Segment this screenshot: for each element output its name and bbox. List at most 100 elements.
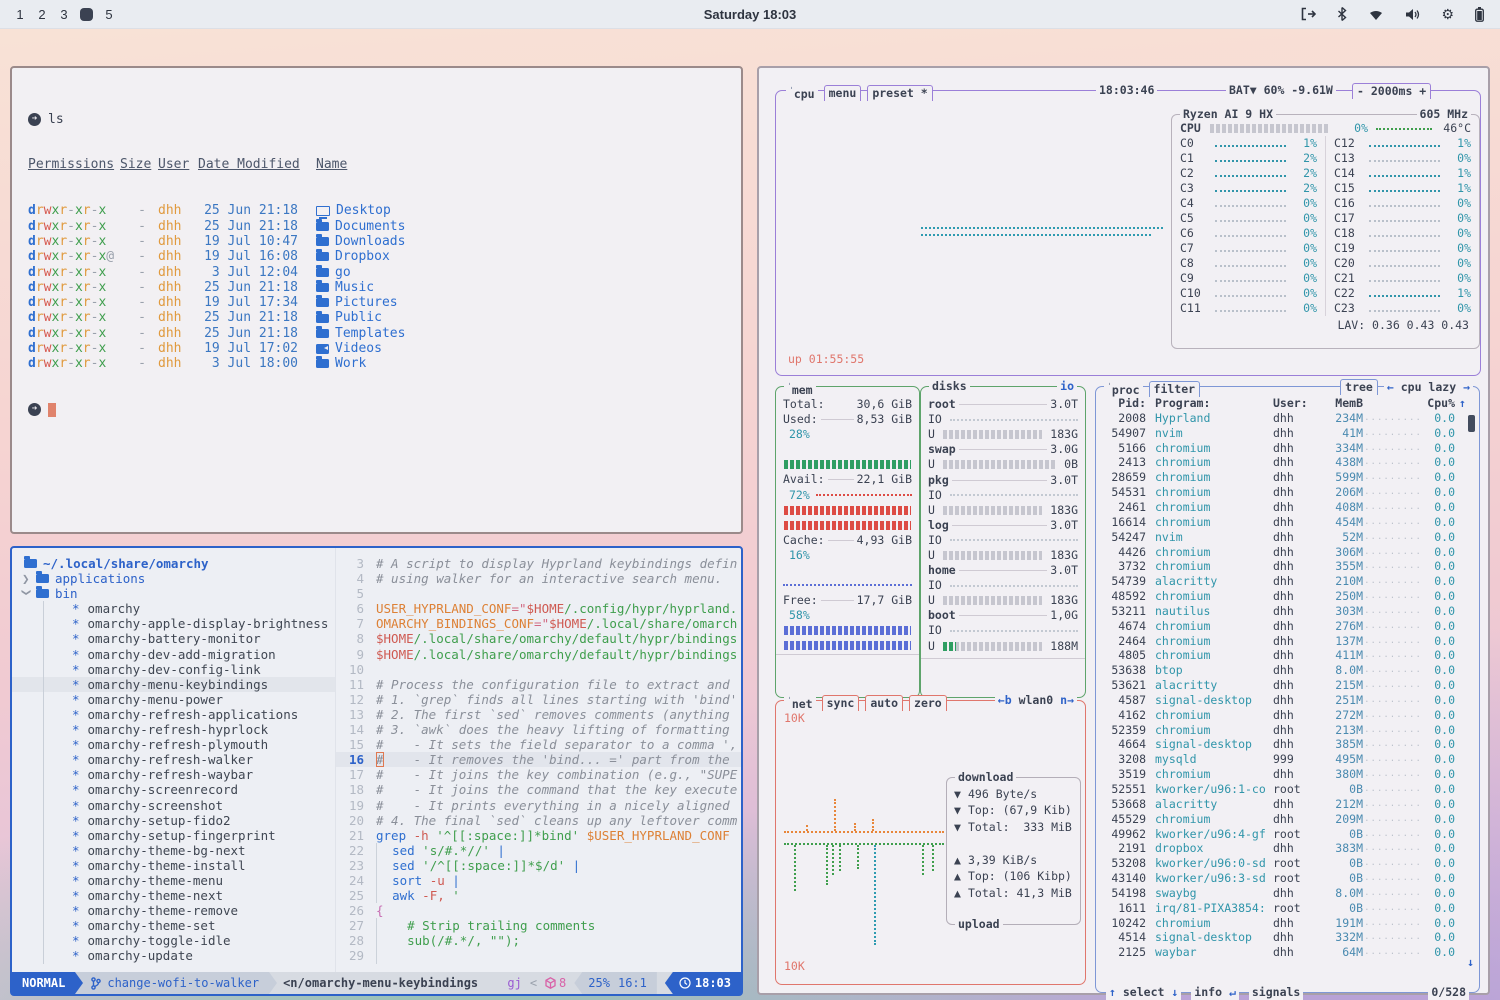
sort-selector[interactable]: ← cpu lazy → bbox=[1384, 380, 1473, 395]
tree-item-omarchy-update[interactable]: *omarchy-update bbox=[12, 948, 335, 963]
update-interval[interactable]: - 2000ms + bbox=[1352, 83, 1431, 99]
process-row[interactable]: 2191dropboxdhh383M.........0.0 bbox=[1096, 841, 1479, 856]
process-row[interactable]: 2461chromiumdhh408M.........0.0 bbox=[1096, 500, 1479, 515]
tree-item-omarchy-theme-bg-next[interactable]: *omarchy-theme-bg-next bbox=[12, 843, 335, 858]
process-row[interactable]: 52551kworker/u96:1-coroot0B.........0.0 bbox=[1096, 782, 1479, 797]
process-row[interactable]: 2464chromiumdhh137M.........0.0 bbox=[1096, 634, 1479, 649]
mem-free-meter bbox=[784, 626, 911, 635]
process-row[interactable]: 10242chromiumdhh191M.........0.0 bbox=[1096, 916, 1479, 931]
net-interface-switcher[interactable]: ←b wlan0 n→ bbox=[995, 693, 1077, 708]
git-branch-segment[interactable]: change-wofi-to-walker bbox=[75, 972, 269, 994]
process-row[interactable]: 53208kworker/u96:0-sdroot0B.........0.0 bbox=[1096, 856, 1479, 871]
process-row[interactable]: 2413chromiumdhh438M.........0.0 bbox=[1096, 456, 1479, 471]
wifi-icon[interactable] bbox=[1368, 8, 1384, 21]
core-row-C3: C32% bbox=[1172, 181, 1325, 196]
net-sync-button[interactable]: sync bbox=[822, 695, 860, 711]
process-row[interactable]: 4587signal-desktopdhh251M.........0.0 bbox=[1096, 693, 1479, 708]
menu-button[interactable]: menu bbox=[824, 85, 862, 101]
preset-button[interactable]: preset * bbox=[867, 85, 932, 101]
btop-window: ˈcpu menu preset * 18:03:46 BAT▼ 60% -9.… bbox=[757, 66, 1490, 995]
top-bar: 1235 Saturday 18:03 ⚙ bbox=[0, 0, 1500, 29]
tree-item-omarchy-theme-remove[interactable]: *omarchy-theme-remove bbox=[12, 903, 335, 918]
tree-item-omarchy-refresh-walker[interactable]: *omarchy-refresh-walker bbox=[12, 752, 335, 767]
process-row[interactable]: 54739alacrittydhh210M.........0.0 bbox=[1096, 574, 1479, 589]
process-row[interactable]: 54531chromiumdhh206M.........0.0 bbox=[1096, 485, 1479, 500]
net-zero-button[interactable]: zero bbox=[909, 695, 947, 711]
process-row[interactable]: 2125waybardhh64M.........0.0 bbox=[1096, 945, 1479, 960]
process-row[interactable]: 49962kworker/u96:4-gfroot0B.........0.0 bbox=[1096, 827, 1479, 842]
process-row[interactable]: 53668alacrittydhh212M.........0.0 bbox=[1096, 797, 1479, 812]
battery-icon[interactable] bbox=[1475, 7, 1484, 22]
tree-item-omarchy-theme-menu[interactable]: *omarchy-theme-menu bbox=[12, 873, 335, 888]
tree-root[interactable]: ~/.local/share/omarchy bbox=[12, 556, 335, 571]
scroll-down-arrow[interactable]: ↓ bbox=[1467, 955, 1474, 970]
settings-icon[interactable]: ⚙ bbox=[1441, 7, 1454, 21]
process-row[interactable]: 4514signal-desktopdhh332M.........0.0 bbox=[1096, 931, 1479, 946]
tree-item-omarchy-refresh-applications[interactable]: *omarchy-refresh-applications bbox=[12, 707, 335, 722]
tree-item-omarchy-dev-add-migration[interactable]: *omarchy-dev-add-migration bbox=[12, 647, 335, 662]
signals-button[interactable]: signals bbox=[1249, 985, 1303, 1000]
process-box: ˈproc filter tree ← cpu lazy → Pid: Prog… bbox=[1095, 386, 1480, 993]
tree-item-omarchy-battery-monitor[interactable]: *omarchy-battery-monitor bbox=[12, 631, 335, 646]
process-row[interactable]: 4664signal-desktopdhh385M.........0.0 bbox=[1096, 738, 1479, 753]
tree-item-omarchy-setup-fingerprint[interactable]: *omarchy-setup-fingerprint bbox=[12, 828, 335, 843]
process-row[interactable]: 3519chromiumdhh380M.........0.0 bbox=[1096, 767, 1479, 782]
core-row-C22: C221% bbox=[1326, 286, 1479, 301]
code-line: 18# - It joins the command that the key … bbox=[336, 782, 741, 797]
code-line: 15# - It sets the field separator to a c… bbox=[336, 737, 741, 752]
tree-item-omarchy-refresh-plymouth[interactable]: *omarchy-refresh-plymouth bbox=[12, 737, 335, 752]
process-row[interactable]: 52359chromiumdhh213M.........0.0 bbox=[1096, 723, 1479, 738]
process-row[interactable]: 4805chromiumdhh411M.........0.0 bbox=[1096, 649, 1479, 664]
net-auto-button[interactable]: auto bbox=[865, 695, 903, 711]
ls-row: drwxr-xr-x-dhh25 Jun 21:18Music bbox=[28, 280, 741, 295]
process-row[interactable]: 43140kworker/u96:3-sdroot0B.........0.0 bbox=[1096, 871, 1479, 886]
ls-row: drwxr-xr-x-dhh19 Jul 17:02Videos bbox=[28, 341, 741, 356]
select-buttons[interactable]: ↑ select ↓ bbox=[1106, 985, 1181, 1000]
process-row[interactable]: 4674chromiumdhh276M.........0.0 bbox=[1096, 619, 1479, 634]
process-row[interactable]: 53621alacrittydhh215M.........0.0 bbox=[1096, 678, 1479, 693]
tree-item-omarchy-theme-set[interactable]: *omarchy-theme-set bbox=[12, 918, 335, 933]
process-row[interactable]: 45529chromiumdhh209M.........0.0 bbox=[1096, 812, 1479, 827]
tree-item-omarchy-toggle-idle[interactable]: *omarchy-toggle-idle bbox=[12, 933, 335, 948]
tree-item-omarchy[interactable]: *omarchy bbox=[12, 601, 335, 616]
tree-item-omarchy-menu-power[interactable]: *omarchy-menu-power bbox=[12, 692, 335, 707]
process-row[interactable]: 54198swaybgdhh8.0M.........0.0 bbox=[1096, 886, 1479, 901]
logout-icon[interactable] bbox=[1300, 7, 1316, 21]
process-row[interactable]: 4162chromiumdhh272M.........0.0 bbox=[1096, 708, 1479, 723]
tree-item-omarchy-setup-fido2[interactable]: *omarchy-setup-fido2 bbox=[12, 813, 335, 828]
process-row[interactable]: 28659chromiumdhh599M.........0.0 bbox=[1096, 470, 1479, 485]
folder-icon bbox=[316, 329, 329, 338]
filter-button[interactable]: filter bbox=[1149, 381, 1201, 397]
process-row[interactable]: 4426chromiumdhh306M.........0.0 bbox=[1096, 545, 1479, 560]
process-row[interactable]: 2008Hyprlanddhh234M.........0.0 bbox=[1096, 411, 1479, 426]
proc-scrollbar[interactable] bbox=[1468, 415, 1475, 432]
tree-button[interactable]: tree bbox=[1340, 379, 1378, 395]
process-row[interactable]: 5166chromiumdhh334M.........0.0 bbox=[1096, 441, 1479, 456]
tree-item-omarchy-theme-next[interactable]: *omarchy-theme-next bbox=[12, 888, 335, 903]
process-row[interactable]: 1611irq/81-PIXA3854:root0B.........0.0 bbox=[1096, 901, 1479, 916]
tree-item-omarchy-dev-config-link[interactable]: *omarchy-dev-config-link bbox=[12, 662, 335, 677]
process-row[interactable]: 53638btopdhh8.0M.........0.0 bbox=[1096, 663, 1479, 678]
process-row[interactable]: 53211nautilusdhh303M.........0.0 bbox=[1096, 604, 1479, 619]
tree-item-omarchy-apple-display-brightness[interactable]: *omarchy-apple-display-brightness bbox=[12, 616, 335, 631]
tree-item-applications[interactable]: ❯applications bbox=[12, 571, 335, 586]
code-editor[interactable]: 3# A script to display Hyprland keybindi… bbox=[335, 548, 741, 972]
tree-item-omarchy-theme-install[interactable]: *omarchy-theme-install bbox=[12, 858, 335, 873]
tree-item-omarchy-screenshot[interactable]: *omarchy-screenshot bbox=[12, 798, 335, 813]
tree-item-omarchy-refresh-waybar[interactable]: *omarchy-refresh-waybar bbox=[12, 767, 335, 782]
info-button[interactable]: info ↵ bbox=[1191, 985, 1239, 1000]
tree-item-omarchy-menu-keybindings[interactable]: *omarchy-menu-keybindings bbox=[12, 677, 335, 692]
process-row[interactable]: 48592chromiumdhh250M.........0.0 bbox=[1096, 589, 1479, 604]
sort-direction-arrow[interactable]: ↑ bbox=[1455, 396, 1466, 411]
io-mode-button[interactable]: io bbox=[1057, 379, 1077, 394]
process-row[interactable]: 54907nvimdhh41M.........0.0 bbox=[1096, 426, 1479, 441]
process-row[interactable]: 3732chromiumdhh355M.........0.0 bbox=[1096, 559, 1479, 574]
process-row[interactable]: 16614chromiumdhh454M.........0.0 bbox=[1096, 515, 1479, 530]
process-row[interactable]: 54247nvimdhh52M.........0.0 bbox=[1096, 530, 1479, 545]
process-row[interactable]: 3208mysqld999495M.........0.0 bbox=[1096, 752, 1479, 767]
bluetooth-icon[interactable] bbox=[1337, 7, 1347, 21]
tree-item-bin[interactable]: ❯bin bbox=[12, 586, 335, 601]
tree-item-omarchy-refresh-hyprlock[interactable]: *omarchy-refresh-hyprlock bbox=[12, 722, 335, 737]
tree-item-omarchy-screenrecord[interactable]: *omarchy-screenrecord bbox=[12, 782, 335, 797]
volume-icon[interactable] bbox=[1405, 8, 1420, 21]
